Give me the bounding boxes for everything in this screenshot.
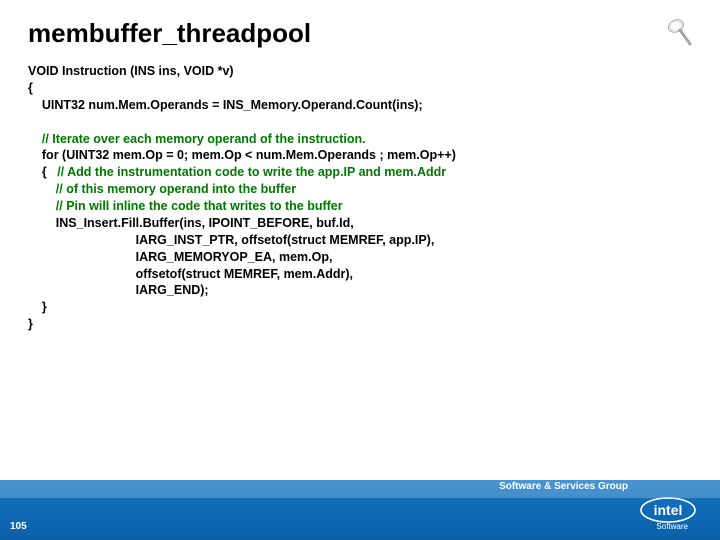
code-line: INS_Insert.Fill.Buffer(ins, IPOINT_BEFOR… <box>28 216 354 230</box>
code-comment: // of this memory operand into the buffe… <box>28 182 296 196</box>
code-line: { <box>28 81 33 95</box>
code-line: IARG_END); <box>28 283 209 297</box>
slide-title: membuffer_threadpool <box>28 18 692 49</box>
code-block: VOID Instruction (INS ins, VOID *v) { UI… <box>28 63 692 333</box>
code-line: IARG_INST_PTR, offsetof(struct MEMREF, a… <box>28 233 434 247</box>
code-comment: // Pin will inline the code that writes … <box>28 199 343 213</box>
code-line: UINT32 num.Mem.Operands = INS_Memory.Ope… <box>28 98 423 112</box>
code-line: VOID Instruction (INS ins, VOID *v) <box>28 64 234 78</box>
code-line: } <box>28 300 47 314</box>
intel-logo-text: intel <box>654 502 683 518</box>
slide-number: 105 <box>10 521 27 532</box>
intel-logo: intel Software <box>640 497 704 536</box>
code-line: for (UINT32 mem.Op = 0; mem.Op < num.Mem… <box>28 148 456 162</box>
code-line: offsetof(struct MEMREF, mem.Addr), <box>28 267 353 281</box>
pushpin-icon <box>656 6 700 50</box>
code-line: IARG_MEMORYOP_EA, mem.Op, <box>28 250 332 264</box>
intel-logo-sub: Software <box>656 522 688 531</box>
code-comment: // Add the instrumentation code to write… <box>57 165 446 179</box>
footer-group-label: Software & Services Group <box>499 481 628 492</box>
code-line: { <box>28 165 57 179</box>
code-line: } <box>28 317 33 331</box>
footer-bar: Software & Services Group 105 intel Soft… <box>0 480 720 540</box>
code-comment: // Iterate over each memory operand of t… <box>28 132 366 146</box>
